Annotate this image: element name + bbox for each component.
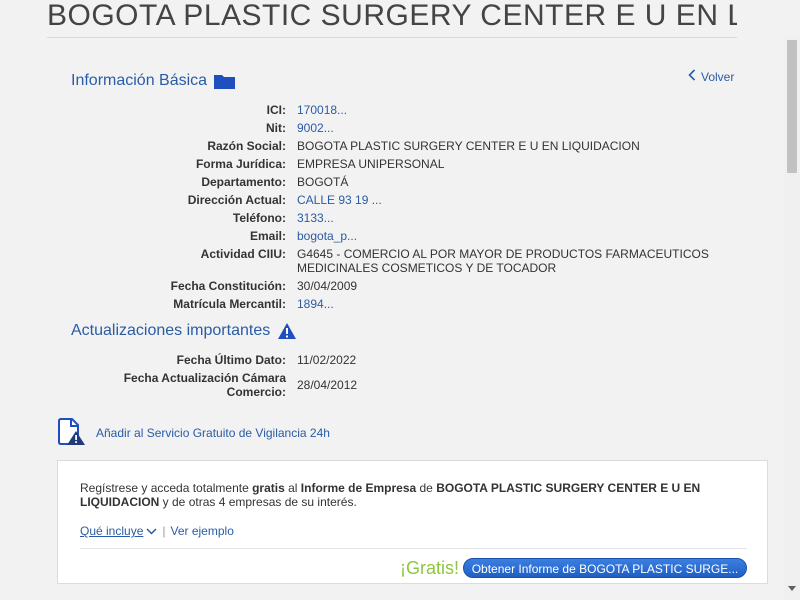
promo-links: Qué incluye | Ver ejemplo	[80, 524, 234, 538]
document-alert-icon	[57, 417, 86, 449]
obtener-informe-button[interactable]: Obtener Informe de BOGOTA PLASTIC SURGE.…	[463, 558, 747, 578]
folder-icon	[214, 74, 236, 89]
scrollbar-thumb[interactable]	[787, 40, 797, 173]
field-value: G4645 - COMERCIO AL POR MAYOR DE PRODUCT…	[297, 247, 709, 275]
chevron-down-icon	[146, 524, 157, 538]
promo-box: Regístrese y acceda totalmente gratis al…	[57, 460, 768, 584]
vigilancia-label: Añadir al Servicio Gratuito de Vigilanci…	[96, 426, 330, 440]
field-label-line1: Fecha Actualización Cámara	[123, 371, 286, 385]
ici-value-link[interactable]: 170018...	[297, 103, 737, 117]
warning-icon	[277, 322, 297, 340]
field-label: Fecha Actualización Cámara Comercio:	[124, 371, 286, 399]
field-label: Actividad CIIU:	[200, 247, 286, 261]
field-label: ICI:	[266, 103, 286, 117]
field-value: BOGOTÁ	[297, 175, 349, 189]
gratis-label: ¡Gratis!	[400, 558, 460, 578]
page-title: BOGOTA PLASTIC SURGERY CENTER E U EN LI.…	[47, 0, 737, 32]
telefono-value-link[interactable]: 3133...	[297, 211, 737, 225]
basic-info-heading-text: Información Básica	[71, 72, 208, 89]
field-label: Forma Jurídica:	[195, 157, 286, 171]
title-divider	[47, 37, 737, 38]
back-link[interactable]: Volver	[688, 69, 734, 84]
field-value: 30/04/2009	[297, 279, 358, 293]
field-label-line2: Comercio:	[226, 385, 286, 399]
promo-text-part: y de otras 4 empresas de su interés.	[159, 495, 357, 509]
field-label: Departamento:	[201, 175, 286, 189]
field-label: Dirección Actual:	[187, 193, 286, 207]
que-incluye-link[interactable]: Qué incluye	[80, 524, 157, 538]
basic-info-heading: Información Básica	[71, 72, 236, 90]
promo-text: Regístrese y acceda totalmente gratis al…	[80, 481, 730, 509]
updates-heading-text: Actualizaciones importantes	[71, 322, 271, 339]
field-value: EMPRESA UNIPERSONAL	[297, 157, 445, 171]
back-link-label: Volver	[701, 69, 735, 84]
field-value: BOGOTA PLASTIC SURGERY CENTER E U EN LIQ…	[297, 139, 640, 153]
scroll-down-arrow-icon[interactable]	[788, 586, 796, 591]
updates-heading: Actualizaciones importantes	[71, 322, 297, 340]
promo-text-bold: gratis	[252, 481, 285, 495]
field-label: Email:	[249, 229, 286, 243]
field-label: Fecha Último Dato:	[176, 353, 286, 367]
field-label: Teléfono:	[232, 211, 286, 225]
nit-value-link[interactable]: 9002...	[297, 121, 737, 135]
link-separator: |	[162, 524, 166, 538]
field-label: Fecha Constitución:	[170, 279, 286, 293]
scrollbar[interactable]	[784, 37, 800, 600]
field-value: 28/04/2012	[297, 378, 358, 392]
page: BOGOTA PLASTIC SURGERY CENTER E U EN LI.…	[0, 0, 800, 600]
matricula-value-link[interactable]: 1894...	[297, 297, 737, 311]
vigilancia-link[interactable]: Añadir al Servicio Gratuito de Vigilanci…	[57, 417, 330, 449]
field-label: Matrícula Mercantil:	[173, 297, 286, 311]
field-value: 11/02/2022	[297, 353, 357, 367]
field-label: Razón Social:	[207, 139, 286, 153]
ver-ejemplo-link[interactable]: Ver ejemplo	[171, 524, 234, 538]
email-value-link[interactable]: bogota_p...	[297, 229, 737, 243]
promo-text-part: Regístrese y acceda totalmente	[80, 481, 253, 495]
chevron-left-icon	[688, 69, 696, 84]
direccion-value-link[interactable]: CALLE 93 19 ...	[297, 193, 737, 207]
que-incluye-label: Qué incluye	[80, 524, 144, 538]
promo-divider	[80, 548, 747, 549]
field-label: Nit:	[266, 121, 286, 135]
promo-text-bold: Informe de Empresa	[300, 481, 417, 495]
promo-text-part: al	[284, 481, 301, 495]
promo-text-part: de	[416, 481, 437, 495]
